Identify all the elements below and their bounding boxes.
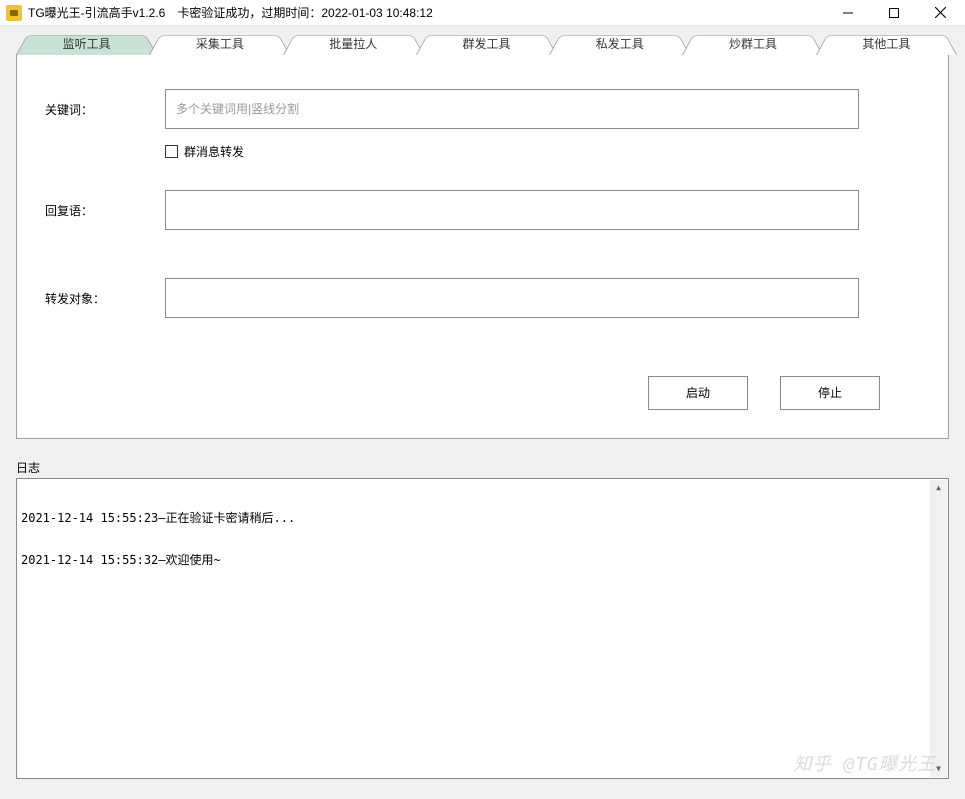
titlebar: TG曝光王-引流高手v1.2.6 卡密验证成功，过期时间：2022-01-03 …	[0, 0, 965, 26]
log-textarea[interactable]: 2021-12-14 15:55:23—正在验证卡密请稍后... 2021-12…	[16, 478, 949, 780]
app-icon	[6, 5, 22, 21]
log-scrollbar[interactable]: ▲ ▼	[930, 480, 947, 778]
keyword-label: 关键词：	[45, 101, 165, 118]
target-row: 转发对象：	[45, 278, 920, 318]
tab-collect[interactable]: 采集工具	[149, 29, 290, 55]
forward-checkbox-row: 群消息转发	[165, 143, 920, 160]
forward-checkbox-label: 群消息转发	[184, 143, 244, 160]
tab-label: 群发工具	[416, 29, 557, 55]
tab-batch-invite[interactable]: 批量拉人	[283, 29, 424, 55]
scroll-down-icon[interactable]: ▼	[930, 760, 947, 777]
main-panel: 关键词： 群消息转发 回复语： 转发对象： 启动 停止	[16, 54, 949, 439]
tab-label: 私发工具	[549, 29, 690, 55]
reply-row: 回复语：	[45, 190, 920, 230]
reply-label: 回复语：	[45, 202, 165, 219]
action-buttons: 启动 停止	[45, 376, 920, 410]
target-label: 转发对象：	[45, 290, 165, 307]
reply-input[interactable]	[165, 190, 859, 230]
log-section: 日志 2021-12-14 15:55:23—正在验证卡密请稍后... 2021…	[16, 459, 949, 780]
forward-checkbox[interactable]	[165, 145, 178, 158]
tab-private-send[interactable]: 私发工具	[549, 29, 690, 55]
start-button[interactable]: 启动	[648, 376, 748, 410]
tab-label: 其他工具	[816, 29, 957, 55]
tab-label: 采集工具	[149, 29, 290, 55]
keyword-input[interactable]	[165, 89, 859, 129]
tab-label: 炒群工具	[682, 29, 823, 55]
stop-button[interactable]: 停止	[780, 376, 880, 410]
minimize-button[interactable]	[825, 0, 871, 25]
window-title: TG曝光王-引流高手v1.2.6 卡密验证成功，过期时间：2022-01-03 …	[28, 4, 825, 21]
tab-strip: 监听工具 采集工具 批量拉人 群发工具 私发工具 炒群工具	[16, 29, 949, 55]
content-area: 监听工具 采集工具 批量拉人 群发工具 私发工具 炒群工具	[0, 26, 965, 799]
tab-label: 批量拉人	[283, 29, 424, 55]
scroll-up-icon[interactable]: ▲	[930, 480, 947, 497]
log-line: 2021-12-14 15:55:32—欢迎使用~	[21, 553, 928, 567]
window-controls	[825, 0, 963, 25]
tab-other[interactable]: 其他工具	[816, 29, 957, 55]
keyword-row: 关键词：	[45, 89, 920, 129]
log-line: 2021-12-14 15:55:23—正在验证卡密请稍后...	[21, 511, 928, 525]
close-icon	[935, 7, 946, 18]
log-title: 日志	[16, 459, 949, 476]
tab-mass-send[interactable]: 群发工具	[416, 29, 557, 55]
maximize-button[interactable]	[871, 0, 917, 25]
tab-label: 监听工具	[16, 29, 157, 55]
close-button[interactable]	[917, 0, 963, 25]
tab-monitor[interactable]: 监听工具	[16, 29, 157, 55]
target-input[interactable]	[165, 278, 859, 318]
app-window: TG曝光王-引流高手v1.2.6 卡密验证成功，过期时间：2022-01-03 …	[0, 0, 965, 799]
minimize-icon	[843, 8, 853, 18]
maximize-icon	[889, 8, 899, 18]
watermark-text: 知乎 @TG曝光王	[794, 758, 936, 772]
tab-hype-group[interactable]: 炒群工具	[682, 29, 823, 55]
